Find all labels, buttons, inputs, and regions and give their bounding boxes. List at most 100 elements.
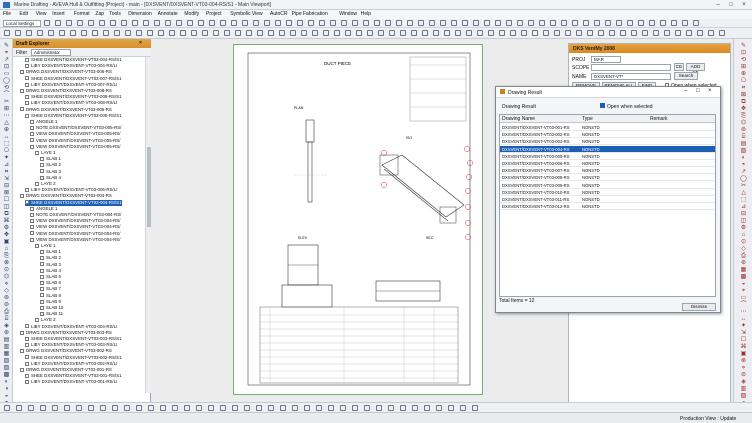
left-tool-icon-24[interactable]: ◫	[3, 204, 10, 210]
bottom-tool-icon-7[interactable]	[76, 405, 82, 411]
table-row[interactable]: DXSVENT/DXSVENT-VT03-006-RS NONSTD	[500, 160, 715, 167]
toolbar2-icon-12[interactable]	[125, 30, 131, 36]
toolbar-icon-29[interactable]	[352, 20, 358, 26]
left-tool-icon-6[interactable]: ◯	[3, 78, 10, 84]
toolbar-icon-41[interactable]	[484, 20, 490, 26]
tree-item[interactable]: SHEE DXSVENT/DXSVENT-VT03-003-RS/S1	[25, 336, 122, 342]
tree-item[interactable]: VIEW DXSVENT/DXSVENT-VT03-005-RS/	[30, 131, 120, 137]
bottom-tool-icon-16[interactable]	[184, 405, 190, 411]
toolbar2-icon-60[interactable]	[653, 30, 659, 36]
right-tool-icon-7[interactable]: ⌗	[740, 85, 747, 91]
toolbar2-icon-58[interactable]	[631, 30, 637, 36]
bottom-tool-icon-36[interactable]	[424, 405, 430, 411]
menu-item-window[interactable]: Window	[339, 11, 357, 17]
toolbar-icon-13[interactable]	[176, 20, 182, 26]
toolbar2-icon-38[interactable]	[411, 30, 417, 36]
bottom-tool-icon-26[interactable]	[304, 405, 310, 411]
left-tool-icon-31[interactable]: ⎘	[3, 253, 10, 259]
toolbar2-icon-17[interactable]	[180, 30, 186, 36]
table-row[interactable]: DXSVENT/DXSVENT-VT03-009-RS NONSTD	[500, 182, 715, 189]
left-tool-icon-47[interactable]: ▨	[3, 365, 10, 371]
toolbar-icon-57[interactable]	[660, 20, 666, 26]
tree-item[interactable]: DRWG DXSVENT/DXSVENT-VT03-003-RS	[20, 330, 112, 336]
toolbar-icon-9[interactable]	[132, 20, 138, 26]
dialog-open-checkbox[interactable]	[600, 103, 605, 108]
toolbar-icon-7[interactable]	[110, 20, 116, 26]
left-tool-icon-43[interactable]: ▤	[3, 337, 10, 343]
ce-button[interactable]: CE	[674, 63, 684, 71]
menu-item-file[interactable]: File	[3, 11, 11, 17]
bottom-tool-icon-37[interactable]	[436, 405, 442, 411]
toolbar-icon-10[interactable]	[143, 20, 149, 26]
left-tool-icon-17[interactable]: ✦	[3, 155, 10, 161]
left-tool-icon-7[interactable]: ⟲	[3, 85, 10, 91]
left-tool-icon-41[interactable]: ◈	[3, 323, 10, 329]
scope-field[interactable]	[591, 64, 671, 71]
menu-item-help[interactable]: Help	[361, 11, 371, 17]
right-tool-icon-47[interactable]: ⋄	[740, 365, 747, 371]
table-row[interactable]: DXSVENT/DXSVENT-VT03-001-RS NONSTD	[500, 124, 715, 131]
left-tool-icon-20[interactable]: ⇲	[3, 176, 10, 182]
left-tool-icon-48[interactable]: ▩	[3, 372, 10, 378]
toolbar-icon-3[interactable]	[66, 20, 72, 26]
toolbar2-icon-7[interactable]	[70, 30, 76, 36]
left-tool-icon-46[interactable]: ▧	[3, 358, 10, 364]
bottom-tool-icon-22[interactable]	[256, 405, 262, 411]
toolbar2-icon-22[interactable]	[235, 30, 241, 36]
left-tool-icon-35[interactable]: ⋄	[3, 281, 10, 287]
toolbar-icon-32[interactable]	[385, 20, 391, 26]
toolbar2-icon-27[interactable]	[290, 30, 296, 36]
right-tool-icon-30[interactable]: ◇	[740, 246, 747, 252]
tree-item[interactable]: SLAB 1	[40, 249, 61, 255]
toolbar-icon-37[interactable]	[440, 20, 446, 26]
left-tool-icon-36[interactable]: ◇	[3, 288, 10, 294]
menu-item-dimension[interactable]: Dimension	[128, 11, 152, 17]
bottom-tool-icon-2[interactable]	[16, 405, 22, 411]
toolbar-icon-14[interactable]	[187, 20, 193, 26]
tree-item[interactable]: SLAB 10	[40, 305, 63, 311]
menu-item-tools[interactable]: Tools	[109, 11, 121, 17]
toolbar-icon-11[interactable]	[154, 20, 160, 26]
bottom-tool-icon-15[interactable]	[172, 405, 178, 411]
toolbar2-icon-49[interactable]	[532, 30, 538, 36]
table-row[interactable]: DXSVENT/DXSVENT-VT03-005-RS NONSTD	[500, 153, 715, 160]
right-tool-icon-21[interactable]: ✂	[740, 183, 747, 189]
right-tool-icon-29[interactable]: ⊙	[740, 239, 747, 245]
toolbar2-icon-63[interactable]	[686, 30, 692, 36]
tree-item[interactable]: SHEE DXSVENT/DXSVENT-VT03-005-RS/S1	[25, 113, 122, 119]
tree-item[interactable]: VIEW DXSVENT/DXSVENT-VT03-005-RS/	[30, 144, 120, 150]
table-row[interactable]: DXSVENT/DXSVENT-VT03-007-RS NONSTD	[500, 167, 715, 175]
toolbar-icon-33[interactable]	[396, 20, 402, 26]
tree-item[interactable]: SHEE DXSVENT/DXSVENT-VT03-004-RS/S1	[25, 199, 122, 206]
bottom-tool-icon-39[interactable]	[460, 405, 466, 411]
right-tool-icon-50[interactable]: ▥	[740, 386, 747, 392]
right-tool-icon-31[interactable]: ⎙	[740, 253, 747, 259]
right-tool-icon-27[interactable]: ⚙	[740, 225, 747, 231]
right-tool-icon-37[interactable]: ▭	[740, 295, 747, 301]
toolbar2-icon-1[interactable]	[4, 30, 10, 36]
toolbar2-icon-47[interactable]	[510, 30, 516, 36]
bottom-tool-icon-12[interactable]	[136, 405, 142, 411]
toolbar2-icon-30[interactable]	[323, 30, 329, 36]
explorer-close-icon[interactable]: ×	[139, 40, 142, 46]
table-row[interactable]: DXSVENT/DXSVENT-VT03-012-RS NONSTD	[500, 203, 715, 211]
toolbar-icon-22[interactable]	[275, 20, 281, 26]
toolbar2-icon-6[interactable]	[59, 30, 65, 36]
right-tool-icon-6[interactable]: ⎔	[740, 78, 747, 84]
tree-item[interactable]: LIBY DXSVENT/DXSVENT-VT03-002-RS/LI	[25, 361, 117, 367]
left-tool-icon-14[interactable]: ↔	[3, 134, 10, 140]
tree-item[interactable]: SLAB 1	[40, 156, 61, 162]
toolbar2-icon-48[interactable]	[521, 30, 527, 36]
toolbar2-icon-46[interactable]	[499, 30, 505, 36]
tree-item[interactable]: VIEW DXSVENT/DXSVENT-VT03-004-RS/	[30, 218, 120, 224]
right-tool-icon-2[interactable]: ⊡	[740, 50, 747, 56]
left-tool-icon-29[interactable]: ▣	[3, 239, 10, 245]
tree-item[interactable]: SHEE DXSVENT/DXSVENT-VT03-001-RS/S1	[25, 373, 122, 379]
toolbar-icon-44[interactable]	[517, 20, 523, 26]
left-tool-icon-38[interactable]: ⊜	[3, 302, 10, 308]
right-tool-icon-5[interactable]: ⊕	[740, 71, 747, 77]
toolbar-icon-17[interactable]	[220, 20, 226, 26]
left-tool-icon-50[interactable]: ◑	[3, 386, 10, 392]
bottom-tool-icon-18[interactable]	[208, 405, 214, 411]
toolbar2-icon-66[interactable]	[719, 30, 725, 36]
